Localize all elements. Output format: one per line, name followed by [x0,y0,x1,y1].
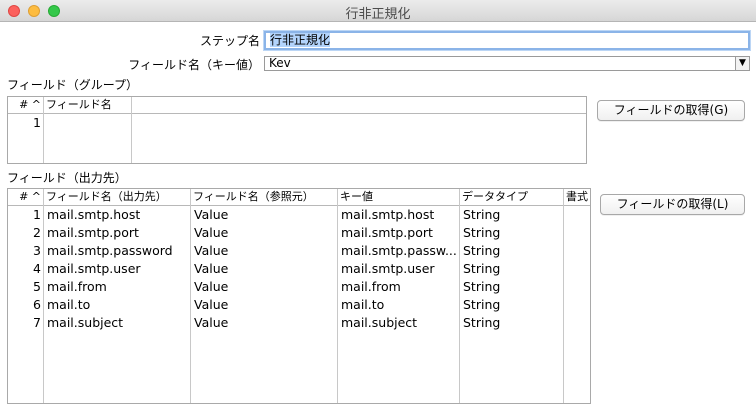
key-value-cell[interactable]: mail.smtp.host [338,206,460,224]
row-number: 3 [33,243,41,258]
source-field-cell[interactable]: Value [191,278,338,296]
target-field-cell[interactable]: mail.subject [44,314,191,332]
table-row[interactable]: 6 mail.to Value mail.to String [8,296,590,314]
source-field-cell[interactable]: Value [191,296,338,314]
group-table-header: # ^ フィールド名 [8,97,586,114]
key-field-label: フィールド名（キー値） [128,58,260,72]
table-row[interactable]: 4 mail.smtp.user Value mail.smtp.user St… [8,260,590,278]
row-number: 1 [33,115,41,130]
target-field-cell[interactable]: mail.smtp.user [44,260,191,278]
target-col-format-header[interactable]: 書式 [564,189,590,205]
source-field-cell[interactable]: Value [191,224,338,242]
data-type-cell[interactable]: String [460,314,564,332]
group-field-cell[interactable] [44,114,132,132]
source-field-cell[interactable]: Value [191,260,338,278]
target-section-title: フィールド（出力先） [7,171,127,185]
source-field-cell[interactable]: Value [191,206,338,224]
data-type-cell[interactable]: String [460,278,564,296]
row-number: 6 [33,297,41,312]
get-target-fields-button[interactable]: フィールドの取得(L) [600,194,745,215]
table-row[interactable]: 2 mail.smtp.port Value mail.smtp.port St… [8,224,590,242]
data-type-cell[interactable]: String [460,260,564,278]
key-field-value: Kev [269,56,291,70]
key-value-cell[interactable]: mail.to [338,296,460,314]
key-value-cell[interactable]: mail.smtp.user [338,260,460,278]
key-field-select[interactable]: Kev ▼ [264,56,750,71]
dropdown-arrow-icon[interactable]: ▼ [735,57,749,70]
group-col-field-header[interactable]: フィールド名 [44,97,132,113]
target-col-target-header[interactable]: フィールド名（出力先） [44,189,191,205]
data-type-cell[interactable]: String [460,242,564,260]
step-name-value: 行非正規化 [270,33,331,47]
window-titlebar: 行非正規化 [0,0,756,22]
row-number: 1 [33,207,41,222]
step-name-label: ステップ名 [199,34,260,48]
target-col-source-header[interactable]: フィールド名（参照元） [191,189,338,205]
row-number: 5 [33,279,41,294]
target-col-key-header[interactable]: キー値 [338,189,460,205]
table-row[interactable]: 5 mail.from Value mail.from String [8,278,590,296]
table-row[interactable]: 7 mail.subject Value mail.subject String [8,314,590,332]
data-type-cell[interactable]: String [460,224,564,242]
source-field-cell[interactable]: Value [191,314,338,332]
table-row[interactable]: 1 [8,114,586,132]
key-value-cell[interactable]: mail.subject [338,314,460,332]
table-row[interactable]: 3 mail.smtp.password Value mail.smtp.pas… [8,242,590,260]
target-col-num-header[interactable]: # ^ [8,189,44,205]
source-field-cell[interactable]: Value [191,242,338,260]
row-number: 7 [33,315,41,330]
target-field-cell[interactable]: mail.smtp.host [44,206,191,224]
table-row[interactable]: 1 mail.smtp.host Value mail.smtp.host St… [8,206,590,224]
target-field-cell[interactable]: mail.smtp.password [44,242,191,260]
get-group-fields-button[interactable]: フィールドの取得(G) [597,100,745,121]
target-field-cell[interactable]: mail.from [44,278,191,296]
key-value-cell[interactable]: mail.smtp.passw... [338,242,460,260]
data-type-cell[interactable]: String [460,206,564,224]
row-number: 2 [33,225,41,240]
group-fields-table[interactable]: # ^ フィールド名 1 [7,96,587,164]
data-type-cell[interactable]: String [460,296,564,314]
target-fields-table[interactable]: # ^ フィールド名（出力先） フィールド名（参照元） キー値 データタイプ 書… [7,188,591,404]
key-value-cell[interactable]: mail.from [338,278,460,296]
target-field-cell[interactable]: mail.smtp.port [44,224,191,242]
row-number: 4 [33,261,41,276]
dialog-content: ステップ名 行非正規化 フィールド名（キー値） Kev ▼ フィールド（グループ… [0,22,756,404]
target-table-header: # ^ フィールド名（出力先） フィールド名（参照元） キー値 データタイプ 書… [8,189,590,206]
window-title: 行非正規化 [345,7,411,22]
group-col-num-header[interactable]: # ^ [8,97,44,113]
target-field-cell[interactable]: mail.to [44,296,191,314]
target-col-type-header[interactable]: データタイプ [460,189,564,205]
group-section-title: フィールド（グループ） [7,78,139,92]
step-name-input[interactable]: 行非正規化 [264,31,750,50]
key-value-cell[interactable]: mail.smtp.port [338,224,460,242]
